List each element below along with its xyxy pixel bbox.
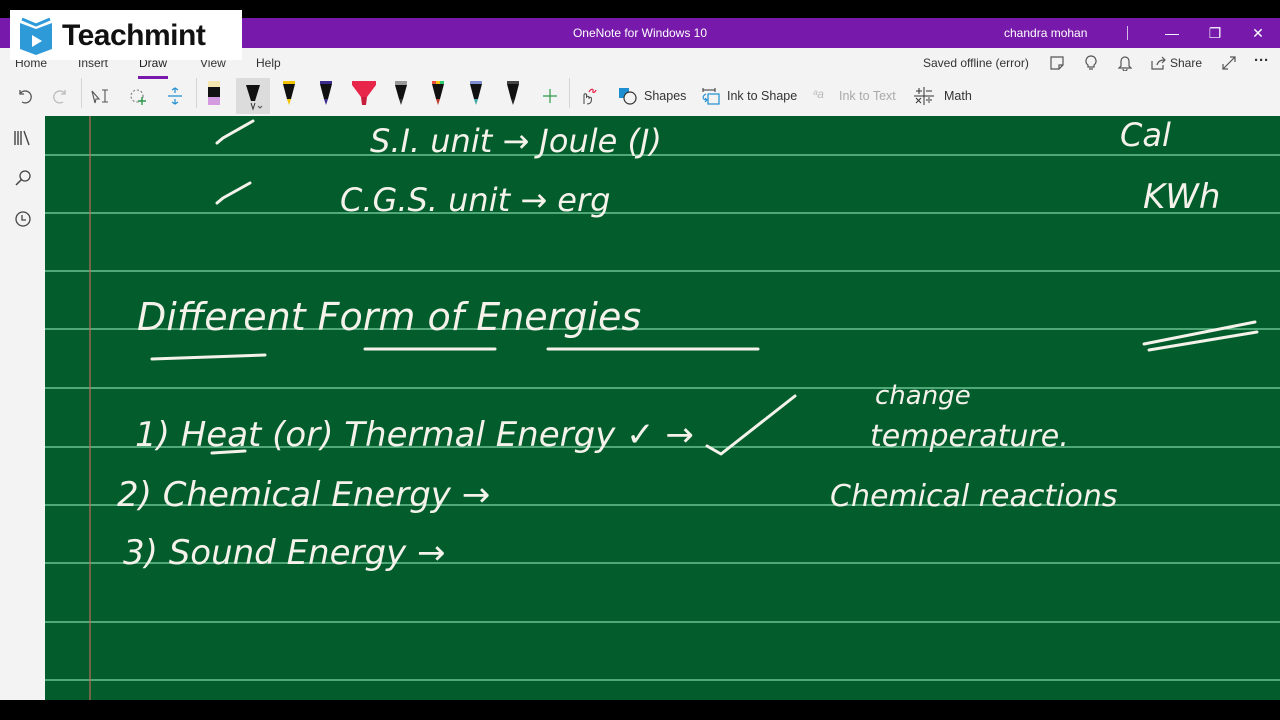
share-button[interactable]: Share — [1170, 56, 1202, 70]
math-label: Math — [944, 89, 972, 103]
add-space-icon[interactable] — [164, 86, 186, 106]
divider — [81, 78, 82, 108]
navigation-sidebar — [0, 116, 45, 700]
item2-result: Chemical reactions — [830, 479, 1118, 514]
minimize-button[interactable]: — — [1158, 22, 1186, 44]
lasso-select-icon[interactable] — [127, 86, 149, 106]
divider — [196, 78, 197, 108]
indigo-pen-icon[interactable] — [316, 78, 336, 108]
title-divider — [1127, 26, 1128, 40]
bell-icon[interactable] — [1116, 54, 1134, 72]
ink-to-shape-icon — [701, 87, 721, 105]
black-pen-selected-icon[interactable] — [236, 78, 270, 114]
tab-help[interactable]: Help — [256, 56, 281, 70]
sticky-notes-icon[interactable] — [1048, 54, 1066, 72]
cal-note: Cal — [1120, 116, 1171, 154]
pencil-icon[interactable] — [391, 78, 411, 108]
shapes-label: Shapes — [644, 89, 687, 103]
ink-to-text-icon: ᵃa — [813, 87, 824, 101]
item1-note-top: change — [875, 381, 971, 411]
teachmint-wordmark: Teachmint — [62, 19, 206, 52]
black-pen-icon[interactable] — [503, 78, 523, 108]
shapes-button[interactable]: Shapes — [618, 84, 686, 108]
si-unit-note: S.I. unit → Joule (J) — [370, 122, 662, 160]
red-highlighter-icon[interactable] — [350, 78, 378, 108]
item1-note: 1) Heat (or) Thermal Energy ✓ → — [135, 415, 694, 455]
math-button[interactable]: Math — [914, 84, 972, 108]
rainbow-pen-icon[interactable] — [428, 78, 448, 108]
shapes-icon — [618, 87, 638, 105]
handwritten-text: S.I. unit → Joule (J) C.G.S. unit → erg … — [117, 116, 1220, 573]
ink-to-text-button[interactable]: ᵃa Ink to Text — [813, 84, 896, 108]
restore-button[interactable]: ❐ — [1201, 22, 1229, 44]
yellow-pen-icon[interactable] — [279, 78, 299, 108]
math-icon — [914, 87, 934, 105]
ink-to-text-label: Ink to Text — [839, 89, 896, 103]
heading-note: Different Form of Energies — [137, 295, 641, 339]
item3-note: 3) Sound Energy → — [123, 533, 446, 573]
clock-icon[interactable] — [12, 209, 34, 229]
fullscreen-icon[interactable] — [1220, 54, 1238, 72]
more-options-button[interactable]: ··· — [1254, 52, 1269, 69]
undo-icon[interactable] — [14, 86, 34, 106]
item1-result: temperature. — [870, 419, 1069, 454]
ink-to-shape-button[interactable]: Ink to Shape — [701, 84, 797, 108]
touch-drawing-icon[interactable] — [578, 86, 598, 106]
teachmint-logo-icon — [20, 17, 52, 55]
search-icon[interactable] — [12, 168, 34, 188]
kwh-note: KWh — [1143, 177, 1220, 217]
bottom-black-bar — [0, 700, 1280, 720]
divider — [569, 78, 570, 108]
ink-to-shape-label: Ink to Shape — [727, 89, 798, 103]
save-status: Saved offline (error) — [923, 56, 1029, 70]
redo-icon[interactable] — [51, 86, 71, 106]
share-icon[interactable] — [1150, 54, 1168, 72]
teachmint-logo: Teachmint — [10, 10, 242, 60]
eraser-tool-icon[interactable] — [204, 78, 224, 108]
galaxy-pen-icon[interactable] — [466, 78, 486, 108]
lightbulb-icon[interactable] — [1082, 54, 1100, 72]
books-icon[interactable] — [12, 128, 34, 148]
lasso-text-select-icon[interactable] — [89, 86, 111, 106]
note-page-canvas[interactable]: S.I. unit → Joule (J) C.G.S. unit → erg … — [45, 116, 1280, 700]
cgs-unit-note: C.G.S. unit → erg — [340, 181, 610, 219]
add-pen-icon[interactable] — [540, 86, 560, 106]
close-button[interactable]: ✕ — [1244, 22, 1272, 44]
user-name[interactable]: chandra mohan — [1004, 26, 1087, 40]
item2-note: 2) Chemical Energy → — [117, 475, 490, 515]
